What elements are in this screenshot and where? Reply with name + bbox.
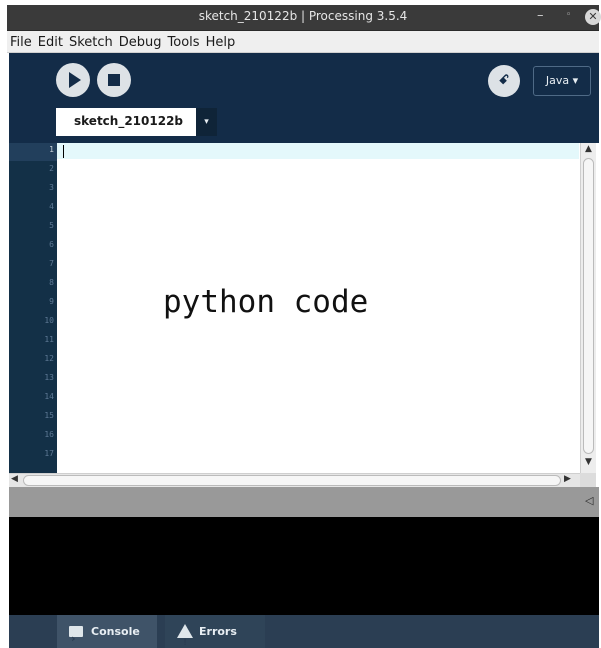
line-number: 13 (44, 373, 54, 382)
line-number: 7 (49, 259, 54, 268)
title-bar: sketch_210122b | Processing 3.5.4 – ◦ ✕ (7, 5, 601, 31)
tab-console-label: Console (91, 625, 140, 638)
menu-sketch[interactable]: Sketch (66, 33, 116, 50)
collapse-icon[interactable]: ◁ (585, 494, 593, 507)
tab-sketch[interactable]: sketch_210122b (56, 108, 196, 136)
maximize-button[interactable]: ◦ (566, 10, 571, 20)
console-icon (69, 622, 83, 648)
menu-edit[interactable]: Edit (35, 33, 66, 50)
stop-button[interactable] (97, 63, 131, 97)
line-number: 14 (44, 392, 54, 401)
menu-help[interactable]: Help (203, 33, 239, 50)
console-output[interactable] (9, 517, 599, 615)
line-number: 2 (49, 164, 54, 173)
scroll-right-icon[interactable]: ▶ (564, 474, 571, 484)
horizontal-scrollbar[interactable]: ◀ ▶ (9, 473, 580, 487)
errors-icon (177, 624, 193, 648)
menu-tools[interactable]: Tools (165, 33, 203, 50)
scroll-up-icon[interactable]: ▲ (585, 144, 592, 154)
line-number: 17 (44, 449, 54, 458)
line-number: 6 (49, 240, 54, 249)
line-number: 9 (49, 297, 54, 306)
run-icon (69, 72, 81, 88)
vertical-scrollbar[interactable]: ▲ ▼ (580, 143, 596, 473)
message-bar: ◁ (9, 487, 599, 517)
menu-bar: File Edit Sketch Debug Tools Help (7, 31, 599, 53)
scrollbar-corner (580, 473, 596, 487)
line-number: 1 (49, 145, 54, 154)
window-title: sketch_210122b | Processing 3.5.4 (198, 9, 408, 23)
stop-icon (108, 74, 120, 86)
debug-button[interactable]: ꗃ (488, 65, 520, 97)
line-number: 5 (49, 221, 54, 230)
tab-console[interactable]: Console (57, 615, 157, 648)
line-number: 4 (49, 202, 54, 211)
line-number: 15 (44, 411, 54, 420)
processing-window: sketch_210122b | Processing 3.5.4 – ◦ ✕ … (0, 0, 601, 648)
debug-icon: ꗃ (498, 73, 510, 88)
mode-selector[interactable]: Java ▾ (533, 66, 591, 96)
toolbar: ꗃ Java ▾ sketch_210122b ▾ (9, 53, 599, 143)
tab-errors-label: Errors (199, 625, 237, 638)
horizontal-scroll-thumb[interactable] (23, 475, 561, 486)
footer-tabs: Console Errors (9, 615, 599, 648)
text-caret (63, 145, 64, 158)
line-number: 8 (49, 278, 54, 287)
line-number: 16 (44, 430, 54, 439)
scroll-down-icon[interactable]: ▼ (585, 457, 592, 467)
tab-errors[interactable]: Errors (165, 615, 265, 648)
code-editor[interactable]: python code (57, 143, 579, 473)
run-button[interactable] (56, 63, 90, 97)
line-number-gutter: 1 2 3 4 5 6 7 8 9 10 11 12 13 14 15 16 1… (9, 143, 57, 473)
line-number: 11 (44, 335, 54, 344)
line-number: 10 (44, 316, 54, 325)
scroll-left-icon[interactable]: ◀ (11, 474, 18, 484)
editor-overlay-text: python code (163, 284, 369, 320)
vertical-scroll-thumb[interactable] (583, 158, 594, 454)
menu-file[interactable]: File (7, 33, 35, 50)
minimize-button[interactable]: – (537, 8, 544, 23)
menu-debug[interactable]: Debug (116, 33, 165, 50)
active-line-highlight (57, 143, 579, 159)
line-number: 12 (44, 354, 54, 363)
close-button[interactable]: ✕ (585, 9, 601, 25)
line-number: 3 (49, 183, 54, 192)
tab-menu-button[interactable]: ▾ (196, 108, 217, 136)
